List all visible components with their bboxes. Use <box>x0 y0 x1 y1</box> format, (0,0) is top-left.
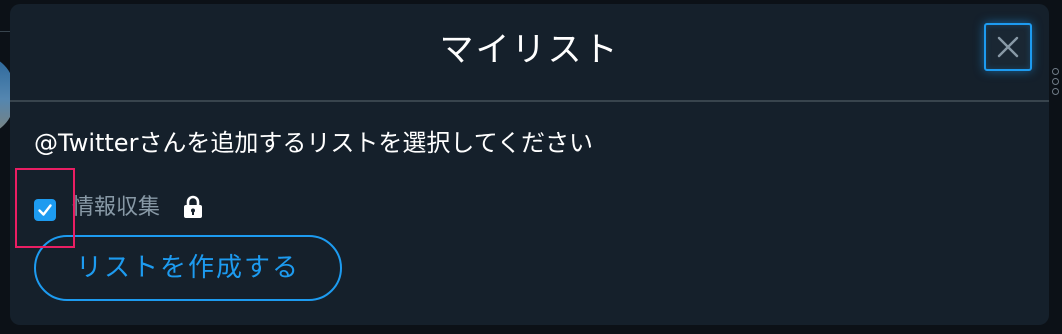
create-list-button[interactable]: リストを作成する <box>34 235 342 301</box>
list-name: 情報収集 <box>72 195 161 220</box>
close-button[interactable] <box>984 23 1032 71</box>
annotation-highlight-box <box>15 168 75 248</box>
close-icon <box>997 36 1019 58</box>
lock-icon <box>184 195 202 218</box>
select-list-prompt: @Twitterさんを追加するリストを選択してください <box>34 129 593 157</box>
background-more-icon <box>1052 68 1062 102</box>
list-item[interactable]: 情報収集 <box>32 189 432 225</box>
background-divider <box>0 31 10 32</box>
modal-title: マイリスト <box>439 30 620 70</box>
my-lists-modal: マイリスト @Twitterさんを追加するリストを選択してください 情報収集 リ… <box>10 4 1049 325</box>
header-divider <box>10 100 1049 102</box>
modal-header: マイリスト <box>10 4 1049 100</box>
